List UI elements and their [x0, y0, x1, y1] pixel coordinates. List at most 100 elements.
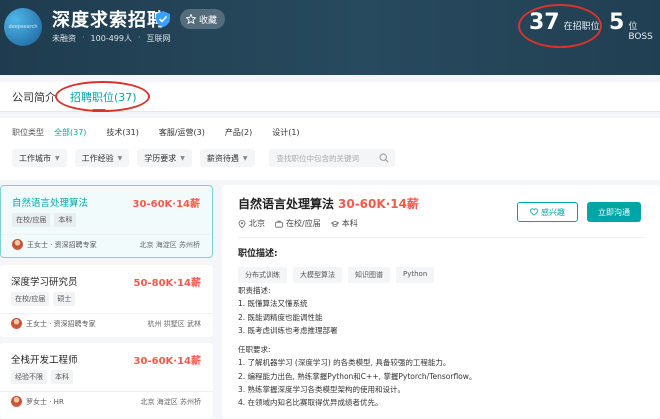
interested-label: 感兴趣 — [541, 207, 565, 217]
job-tag: 本科 — [54, 213, 77, 227]
chevron-down-icon: ▼ — [180, 154, 185, 162]
company-header: deepsearch 深度求索招聘 收藏 未融资 · 100-499人 · 互联… — [0, 0, 660, 75]
company-meta: 未融资 · 100-499人 · 互联网 — [52, 33, 171, 43]
avatar — [11, 396, 22, 407]
filter-dropdowns: 工作城市 ▼ 工作经验 ▼ 学历要求 ▼ 薪资待遇 ▼ 查找职位中包含的关键词 — [12, 149, 395, 167]
job-description-text: 职责描述: 1. 既懂算法又懂系统 2. 既能调精度也能调性能 3. 既考虑训练… — [238, 284, 476, 410]
interested-button[interactable]: 感兴趣 — [517, 202, 578, 222]
description-line: 1. 了解机器学习 (深度学习) 的各类模型, 具备较强的工程能力。 — [238, 358, 451, 368]
job-tag: 在校/应届 — [12, 213, 51, 227]
detail-experience-text: 在校/应届 — [286, 219, 321, 228]
chevron-down-icon: ▼ — [55, 154, 60, 162]
job-detail-panel: 自然语言处理算法 30-60K·14薪 北京 在校/应届 本科 感兴趣 立即沟通… — [222, 185, 660, 419]
chat-now-button[interactable]: 立即沟通 — [587, 202, 641, 222]
favorite-button[interactable]: 收藏 — [180, 9, 226, 29]
category-product[interactable]: 产品(2) — [225, 127, 252, 138]
job-location: 杭州 拱墅区 武林 — [147, 320, 201, 328]
detail-salary: 30-60K·14薪 — [338, 197, 419, 211]
job-card[interactable]: 全栈开发工程师 30-60K·14薪 经验不限 本科 罗女士 · HR 北京 海… — [0, 343, 213, 419]
divider — [0, 391, 213, 392]
city-dropdown-label: 工作城市 — [19, 153, 51, 163]
job-tag: 硕士 — [53, 292, 76, 306]
search-placeholder: 查找职位中包含的关键词 — [276, 153, 360, 163]
job-location: 北京 海淀区 苏州桥 — [139, 241, 200, 249]
skill-tag: 分布式训练 — [238, 267, 287, 283]
detail-degree: 本科 — [330, 218, 358, 229]
divider — [1, 234, 212, 235]
boss-count-stat[interactable]: 5 位BOSS — [609, 10, 660, 42]
recruiter: 王女士 · 资深招聘专家 — [11, 318, 96, 329]
job-salary: 50-80K·14薪 — [133, 278, 201, 289]
description-line: 2. 既能调精度也能调性能 — [238, 312, 323, 322]
verified-shield-icon — [156, 11, 170, 27]
description-line: 1. 既懂算法又懂系统 — [238, 299, 308, 309]
avatar — [11, 318, 22, 329]
graduation-cap-icon — [330, 220, 339, 227]
logo-text: deepsearch — [8, 24, 38, 30]
job-tag: 在校/应届 — [11, 292, 50, 306]
detail-city: 北京 — [238, 218, 265, 229]
category-design[interactable]: 设计(1) — [272, 127, 299, 138]
annotation-circle-jobs-count — [518, 4, 602, 48]
experience-dropdown[interactable]: 工作经验 ▼ — [74, 149, 130, 167]
annotation-circle-jobs-tab — [55, 81, 150, 112]
job-filters: 职位类型 全部(37) 技术(31) 客服/运营(3) 产品(2) 设计(1) … — [0, 118, 660, 180]
category-support-ops[interactable]: 客服/运营(3) — [159, 127, 205, 138]
degree-dropdown[interactable]: 学历要求 ▼ — [137, 149, 192, 167]
detail-meta: 北京 在校/应届 本科 — [238, 218, 358, 229]
description-line: 职责描述: — [238, 286, 271, 295]
job-salary: 30-60K·14薪 — [133, 356, 201, 367]
job-tag: 经验不限 — [11, 370, 47, 384]
salary-dropdown-label: 薪资待遇 — [206, 153, 239, 163]
category-tech[interactable]: 技术(31) — [106, 127, 138, 138]
company-page: deepsearch 深度求索招聘 收藏 未融资 · 100-499人 · 互联… — [0, 0, 660, 419]
industry: 互联网 — [146, 34, 171, 43]
tab-company-intro[interactable]: 公司简介 — [12, 89, 56, 105]
skill-tag: Python — [396, 267, 435, 283]
skill-tags: 分布式训练 大模型算法 知识图谱 Python — [238, 267, 435, 283]
recruiter-name: 王女士 · 资深招聘专家 — [26, 319, 96, 328]
detail-degree-text: 本科 — [341, 219, 358, 228]
job-location: 北京 海淀区 苏州桥 — [140, 398, 201, 406]
company-logo: deepsearch — [4, 8, 42, 46]
job-category-row: 职位类型 全部(37) 技术(31) 客服/运营(3) 产品(2) 设计(1) — [12, 127, 320, 138]
heart-icon — [530, 208, 538, 216]
avatar — [12, 239, 23, 250]
skill-tag: 大模型算法 — [293, 267, 342, 283]
job-salary: 30-60K·14薪 — [132, 199, 200, 210]
job-search-input[interactable]: 查找职位中包含的关键词 — [268, 149, 395, 167]
divider — [238, 237, 644, 238]
star-icon — [186, 14, 196, 24]
degree-dropdown-label: 学历要求 — [144, 153, 177, 163]
salary-dropdown[interactable]: 薪资待遇 ▼ — [199, 149, 255, 167]
job-tags: 在校/应届 硕士 — [11, 292, 76, 306]
chevron-down-icon: ▼ — [117, 154, 123, 162]
job-tags: 在校/应届 本科 — [12, 213, 77, 227]
search-icon — [378, 153, 389, 163]
description-line: 3. 熟练掌握深度学习各类模型架构的使用和设计。 — [238, 385, 406, 395]
job-title: 深度学习研究员 — [11, 277, 78, 288]
boss-label: 位BOSS — [628, 22, 653, 42]
funding-stage: 未融资 — [52, 34, 76, 43]
skill-tag: 知识图谱 — [348, 267, 390, 283]
description-line: 2. 编程能力出色, 熟练掌握Python和C++, 掌握Pytorch/Ten… — [238, 371, 477, 381]
category-all[interactable]: 全部(37) — [54, 127, 86, 138]
job-card[interactable]: 深度学习研究员 50-80K·14薪 在校/应届 硕士 王女士 · 资深招聘专家… — [0, 265, 213, 337]
location-pin-icon — [238, 219, 246, 228]
detail-city-text: 北京 — [249, 219, 265, 228]
recruiter-name: 罗女士 · HR — [26, 397, 64, 406]
job-title: 自然语言处理算法 — [12, 198, 89, 209]
chevron-down-icon: ▼ — [242, 154, 248, 162]
company-size: 100-499人 — [90, 34, 132, 43]
description-line: 3. 既考虑训练也考虑推理部署 — [238, 325, 338, 335]
company-name: 深度求索招聘 — [52, 10, 166, 31]
detail-experience: 在校/应届 — [275, 218, 321, 229]
experience-dropdown-label: 工作经验 — [81, 153, 114, 163]
description-line: 任职要求: — [238, 345, 271, 355]
recruiter: 王女士 · 资深招聘专家 — [12, 239, 97, 250]
job-card[interactable]: 自然语言处理算法 30-60K·14薪 在校/应届 本科 王女士 · 资深招聘专… — [0, 185, 213, 258]
category-label: 职位类型 — [12, 128, 44, 137]
recruiter-name: 王女士 · 资深招聘专家 — [27, 240, 97, 249]
briefcase-icon — [275, 220, 283, 228]
city-dropdown[interactable]: 工作城市 ▼ — [12, 149, 67, 167]
